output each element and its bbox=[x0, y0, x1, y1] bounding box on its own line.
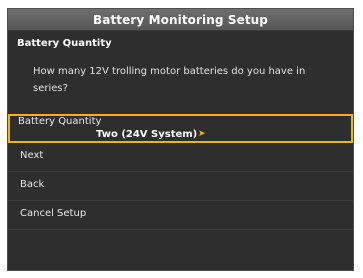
back-button[interactable]: Back bbox=[8, 172, 353, 201]
cancel-setup-button[interactable]: Cancel Setup bbox=[8, 201, 353, 230]
battery-quantity-value: Two (24V System) bbox=[96, 129, 198, 140]
battery-setup-dialog: Battery Monitoring Setup Battery Quantit… bbox=[7, 8, 354, 271]
section-title: Battery Quantity bbox=[17, 38, 112, 49]
title-bar: Battery Monitoring Setup bbox=[8, 9, 353, 31]
battery-quantity-label: Battery Quantity bbox=[18, 116, 102, 127]
back-label: Back bbox=[20, 179, 45, 190]
next-label: Next bbox=[20, 150, 44, 161]
next-button[interactable]: Next bbox=[8, 143, 353, 172]
battery-quantity-selector[interactable]: Battery Quantity Two (24V System) ➤ bbox=[8, 114, 353, 143]
cancel-setup-label: Cancel Setup bbox=[20, 208, 87, 219]
dialog-content: Battery Quantity How many 12V trolling m… bbox=[8, 31, 353, 270]
window-title: Battery Monitoring Setup bbox=[93, 12, 268, 27]
chevron-right-icon[interactable]: ➤ bbox=[198, 129, 206, 139]
prompt-text: How many 12V trolling motor batteries do… bbox=[33, 66, 306, 94]
